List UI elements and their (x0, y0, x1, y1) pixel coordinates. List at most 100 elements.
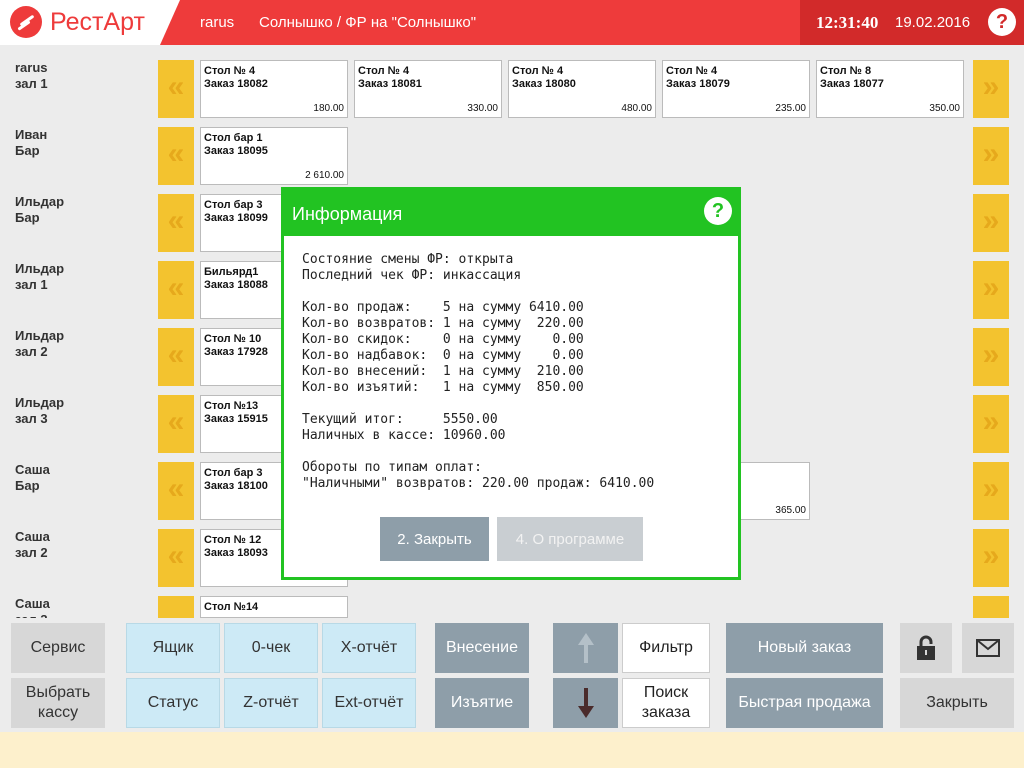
scroll-right-button[interactable]: » (973, 127, 1009, 185)
current-location: Солнышко / ФР на "Солнышко" (259, 14, 477, 31)
envelope-icon (976, 639, 1000, 657)
order-number: Заказ 17928 (204, 346, 268, 358)
scroll-left-button[interactable]: « (158, 194, 194, 252)
order-card-title: Стол №13 Заказ 15915 (204, 400, 268, 426)
scroll-right-button[interactable]: » (973, 395, 1009, 453)
zero-check-button[interactable]: 0-чек (224, 623, 318, 673)
hall-name: зал 2 (15, 344, 48, 359)
logo: РестАрт (0, 0, 180, 45)
scroll-right-button[interactable]: » (973, 194, 1009, 252)
table-name: Стол бар 3 (204, 467, 263, 479)
scroll-right-button[interactable]: » (973, 529, 1009, 587)
order-card[interactable]: Стол № 4 Заказ 18082 180.00 (200, 60, 348, 118)
filter-button[interactable]: Фильтр (622, 623, 710, 673)
waiter-row: Иван Бар «» Стол бар 1 Заказ 18095 2 610.00 (0, 127, 1024, 189)
dialog-help-icon[interactable]: ? (704, 197, 732, 225)
waiter-name: Ильдар (15, 395, 65, 410)
new-order-button[interactable]: Новый заказ (726, 623, 883, 673)
scroll-left-button[interactable]: « (158, 529, 194, 587)
order-card-title: Стол бар 1 Заказ 18095 (204, 132, 268, 158)
report-line (302, 444, 654, 460)
scroll-right-button[interactable]: » (973, 261, 1009, 319)
drawer-button[interactable]: Ящик (126, 623, 220, 673)
waiter-name: Ильдар (15, 194, 65, 209)
x-report-button[interactable]: Х-отчёт (322, 623, 416, 673)
select-cashbox-button[interactable]: Выбрать кассу (11, 678, 105, 728)
order-card[interactable]: Стол №14 (200, 596, 348, 618)
dialog-title: Информация (284, 190, 738, 236)
search-order-button[interactable]: Поиск заказа (622, 678, 710, 728)
report-line: Кол-во скидок: 0 на сумму 0.00 (302, 332, 584, 347)
quick-sale-button[interactable]: Быстрая продажа (726, 678, 883, 728)
help-icon[interactable]: ? (988, 8, 1016, 36)
order-sum: 365.00 (775, 505, 806, 516)
report-line (302, 396, 654, 412)
order-number: Заказ 18077 (820, 78, 884, 90)
top-bar: РестАрт rarus Солнышко / ФР на "Солнышко… (0, 0, 1024, 45)
order-number: Заказ 18100 (204, 480, 268, 492)
order-number: Заказ 18082 (204, 78, 268, 90)
scroll-left-button[interactable]: « (158, 60, 194, 118)
waiter-hall-label: Ильдар зал 1 (15, 261, 155, 293)
scroll-left-button[interactable]: « (158, 127, 194, 185)
bottom-toolbar: Сервис Выбрать кассу Ящик 0-чек Х-отчёт … (0, 618, 1024, 732)
order-card-title: Стол № 8 Заказ 18077 (820, 65, 884, 91)
waiter-hall-label: Саша Бар (15, 462, 155, 494)
report-line: Текущий итог: 5550.00 (302, 412, 498, 427)
service-button[interactable]: Сервис (11, 623, 105, 673)
order-number: Заказ 15915 (204, 413, 268, 425)
ext-report-button[interactable]: Ext-отчёт (322, 678, 416, 728)
order-card-title: Стол № 12 Заказ 18093 (204, 534, 268, 560)
order-card-title: Стол №14 (204, 601, 258, 614)
z-report-button[interactable]: Z-отчёт (224, 678, 318, 728)
table-name: Стол №13 (204, 400, 259, 412)
order-card-title: Стол № 4 Заказ 18079 (666, 65, 730, 91)
waiter-hall-label: Ильдар зал 3 (15, 395, 155, 427)
order-card-title: Стол бар 3 Заказ 18099 (204, 199, 268, 225)
report-line: Кол-во внесений: 1 на сумму 210.00 (302, 364, 584, 379)
report-line: Кол-во надбавок: 0 на сумму 0.00 (302, 348, 584, 363)
order-sum: 350.00 (929, 103, 960, 114)
dialog-report-text: Состояние смены ФР: открыта Последний чек… (302, 252, 654, 492)
clock-time: 12:31:40 (816, 13, 879, 32)
table-name: Стол № 4 (666, 65, 718, 77)
scroll-right-button[interactable]: » (973, 60, 1009, 118)
lock-button[interactable] (900, 623, 952, 673)
logo-icon (10, 6, 42, 38)
order-number: Заказ 18080 (512, 78, 576, 90)
scroll-right-button[interactable]: » (973, 328, 1009, 386)
scroll-left-button[interactable]: « (158, 328, 194, 386)
messages-button[interactable] (962, 623, 1014, 673)
logo-text: РестАрт (50, 8, 145, 36)
hall-name: зал 3 (15, 411, 48, 426)
deposit-button[interactable]: Внесение (435, 623, 529, 673)
arrow-up-icon (577, 633, 594, 663)
order-card[interactable]: Стол № 4 Заказ 18080 480.00 (508, 60, 656, 118)
withdrawal-button[interactable]: Изъятие (435, 678, 529, 728)
scroll-down-button[interactable] (553, 678, 618, 728)
waiter-name: Иван (15, 127, 48, 142)
close-button[interactable]: Закрыть (900, 678, 1014, 728)
table-name: Стол № 4 (358, 65, 410, 77)
scroll-left-button[interactable]: « (158, 261, 194, 319)
report-line: Кол-во возвратов: 1 на сумму 220.00 (302, 316, 584, 331)
order-card[interactable]: Стол бар 1 Заказ 18095 2 610.00 (200, 127, 348, 185)
dialog-about-button[interactable]: 4. О программе (497, 517, 643, 561)
status-button[interactable]: Статус (126, 678, 220, 728)
order-card-title: Стол № 10 Заказ 17928 (204, 333, 268, 359)
scroll-right-button[interactable]: » (973, 462, 1009, 520)
order-number: Заказ 18079 (666, 78, 730, 90)
table-name: Стол бар 1 (204, 132, 263, 144)
scroll-left-button[interactable]: « (158, 395, 194, 453)
table-name: Стол № 4 (204, 65, 256, 77)
hall-name: зал 2 (15, 545, 48, 560)
order-card-title: Стол № 4 Заказ 18080 (512, 65, 576, 91)
order-card[interactable]: Стол № 4 Заказ 18079 235.00 (662, 60, 810, 118)
order-card[interactable]: Стол № 8 Заказ 18077 350.00 (816, 60, 964, 118)
table-name: Бильярд1 (204, 266, 259, 278)
scroll-left-button[interactable]: « (158, 462, 194, 520)
scroll-up-button[interactable] (553, 623, 618, 673)
dialog-close-button[interactable]: 2. Закрыть (380, 517, 489, 561)
order-card[interactable]: Стол № 4 Заказ 18081 330.00 (354, 60, 502, 118)
order-sum: 480.00 (621, 103, 652, 114)
